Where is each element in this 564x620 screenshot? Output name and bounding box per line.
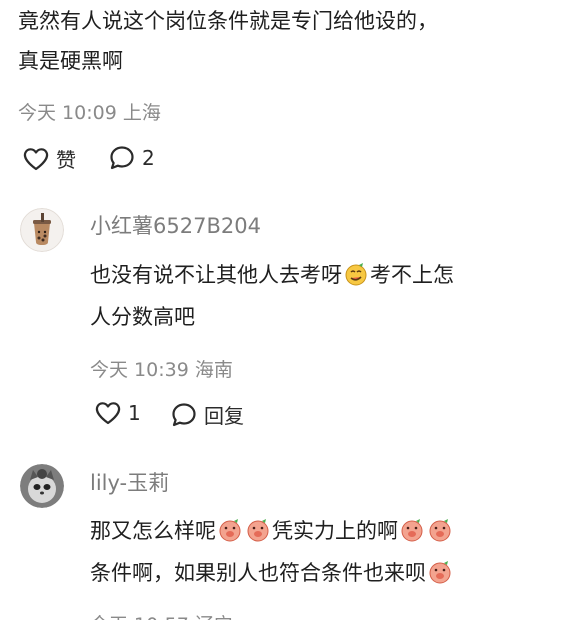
- red-pig-emoji: [429, 561, 451, 584]
- comment-meta: 今天 10:09 上海: [18, 102, 161, 124]
- comment-text-line: 真是硬黑啊: [18, 49, 123, 73]
- reply-button[interactable]: 回复: [170, 400, 244, 429]
- red-pig-emoji: [401, 519, 423, 542]
- username[interactable]: 小红薯6527B204: [90, 210, 261, 240]
- like-label: 赞: [56, 148, 76, 172]
- comment-text-line: 条件啊，如果别人也符合条件也来呗: [90, 554, 454, 592]
- like-button[interactable]: 1: [94, 400, 141, 426]
- reply-count: 2: [142, 146, 155, 170]
- avatar[interactable]: [20, 208, 64, 252]
- red-pig-emoji: [219, 519, 241, 542]
- reply-label: 回复: [204, 404, 244, 428]
- comment-text-segment: 也没有说不让其他人去考呀: [90, 263, 342, 287]
- heart-icon: [23, 147, 49, 170]
- username[interactable]: lily-玉莉: [90, 467, 169, 497]
- comment-text-segment: 考不上怎: [370, 263, 454, 287]
- comment-text-line: 也没有说不让其他人去考呀 考不上怎: [90, 256, 454, 294]
- like-count: 1: [128, 401, 141, 425]
- comment-text-segment: 那又怎么样呢: [90, 519, 216, 543]
- mischievous-face-emoji: [345, 263, 367, 286]
- like-button[interactable]: 赞: [22, 144, 76, 173]
- comment-bubble-icon: [110, 146, 134, 170]
- comment-meta: 今天 10:57 辽宁: [90, 610, 233, 620]
- comment-meta-clipped: 今天 10:57 辽宁: [90, 604, 290, 620]
- comment-text-line: 竟然有人说这个岗位条件就是专门给他设的，: [18, 9, 438, 33]
- comment-text-segment: 凭实力上的啊: [272, 519, 398, 543]
- comment-meta: 今天 10:39 海南: [90, 359, 233, 381]
- red-pig-emoji: [247, 519, 269, 542]
- comment-text-line: 人分数高吧: [90, 305, 195, 329]
- milk-tea-avatar-icon: [20, 208, 64, 252]
- cat-avatar-icon: [20, 464, 64, 508]
- comment-bubble-icon: [172, 402, 196, 426]
- reply-count-button[interactable]: 2: [108, 144, 155, 172]
- red-pig-emoji: [429, 519, 451, 542]
- comment-text-line: 那又怎么样呢 凭实力上的啊: [90, 512, 454, 550]
- avatar[interactable]: [20, 464, 64, 508]
- comment-text-segment: 条件啊，如果别人也符合条件也来呗: [90, 561, 426, 585]
- heart-icon: [95, 402, 121, 425]
